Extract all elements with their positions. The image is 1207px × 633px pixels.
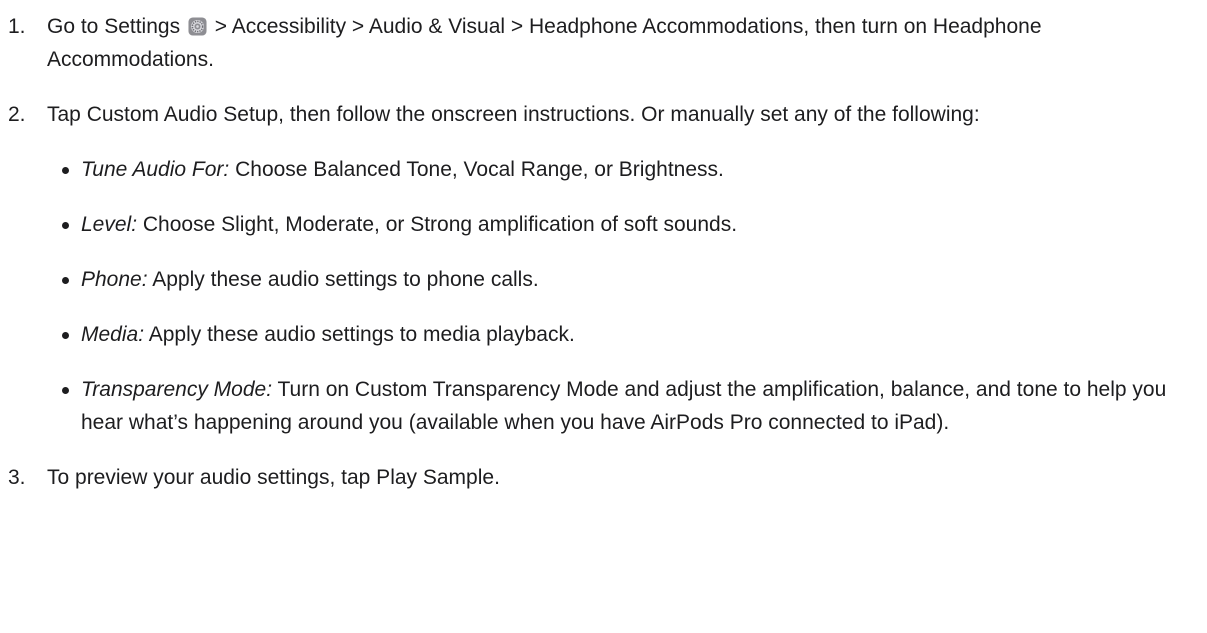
option-description: Apply these audio settings to phone call… xyxy=(152,268,539,291)
instructions-document: 1. Go to Settings > Accessibility > Audi… xyxy=(0,0,1207,633)
option-level: Level: Choose Slight, Moderate, or Stron… xyxy=(47,208,1200,241)
bullet-icon xyxy=(62,167,69,174)
step-1: 1. Go to Settings > Accessibility > Audi… xyxy=(0,10,1200,76)
option-term: Tune Audio For: xyxy=(81,158,230,181)
step-text: Go to Settings xyxy=(47,15,181,38)
option-tune-audio-for: Tune Audio For: Choose Balanced Tone, Vo… xyxy=(47,153,1200,186)
step-number: 3. xyxy=(8,466,26,489)
bullet-icon xyxy=(62,277,69,284)
option-description: Choose Balanced Tone, Vocal Range, or Br… xyxy=(235,158,724,181)
steps-list: 1. Go to Settings > Accessibility > Audi… xyxy=(0,10,1200,494)
step-3: 3. To preview your audio settings, tap P… xyxy=(0,461,1200,494)
option-transparency-mode: Transparency Mode: Turn on Custom Transp… xyxy=(47,373,1200,439)
settings-gear-icon xyxy=(188,17,207,36)
bullet-icon xyxy=(62,222,69,229)
step-text: To preview your audio settings, tap Play… xyxy=(47,466,500,489)
option-term: Media: xyxy=(81,323,145,346)
step-2: 2. Tap Custom Audio Setup, then follow t… xyxy=(0,98,1200,439)
option-term: Phone: xyxy=(81,268,148,291)
option-phone: Phone: Apply these audio settings to pho… xyxy=(47,263,1200,296)
option-description: Apply these audio settings to media play… xyxy=(148,323,575,346)
bullet-icon xyxy=(62,332,69,339)
step-number: 1. xyxy=(8,15,26,38)
option-term: Transparency Mode: xyxy=(81,378,273,401)
option-media: Media: Apply these audio settings to med… xyxy=(47,318,1200,351)
step-number: 2. xyxy=(8,103,26,126)
bullet-icon xyxy=(62,387,69,394)
step-text: Tap Custom Audio Setup, then follow the … xyxy=(47,103,980,126)
option-term: Level: xyxy=(81,213,138,236)
option-description: Choose Slight, Moderate, or Strong ampli… xyxy=(142,213,738,236)
options-list: Tune Audio For: Choose Balanced Tone, Vo… xyxy=(47,153,1200,439)
